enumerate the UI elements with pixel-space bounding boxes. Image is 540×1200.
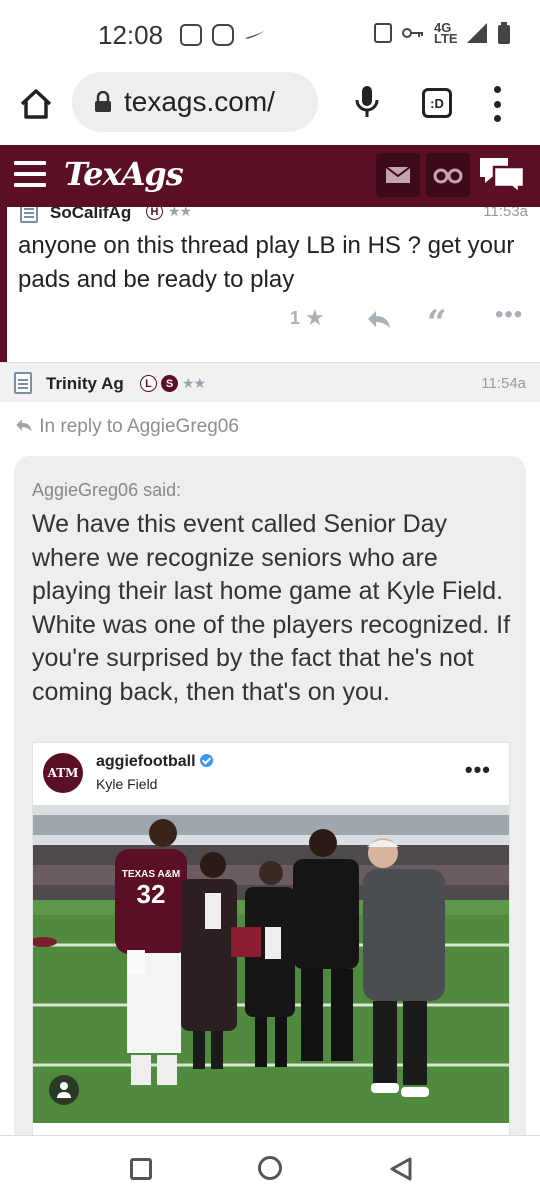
user-badge: L	[140, 375, 157, 392]
url-text: texags.com/	[124, 86, 275, 117]
tagged-users-icon[interactable]	[49, 1075, 79, 1105]
lock-icon	[95, 91, 111, 112]
post-header: Trinity Ag L S ★★ 11:54a	[0, 362, 540, 402]
post-author[interactable]: Trinity Ag	[46, 374, 124, 394]
recents-icon[interactable]	[130, 1158, 152, 1180]
key-icon	[402, 28, 423, 38]
back-icon[interactable]	[388, 1156, 414, 1182]
nike-icon	[245, 31, 265, 39]
more-horiz-icon[interactable]: •••	[465, 757, 491, 783]
system-icons: 4G LTE	[374, 20, 510, 46]
system-nav-bar	[0, 1135, 540, 1200]
svg-text:32: 32	[137, 879, 166, 909]
mail-icon	[385, 166, 411, 183]
binoculars-icon	[433, 168, 463, 184]
quote-author[interactable]: AggieGreg06 said:	[32, 480, 181, 501]
ig-location[interactable]: Kyle Field	[96, 776, 157, 792]
post-body: anyone on this thread play LB in HS ? ge…	[18, 232, 515, 293]
tab-switcher-button[interactable]: :D	[422, 88, 452, 118]
ig-username-text: aggiefootball	[96, 753, 196, 770]
signal-icon	[467, 23, 487, 43]
mic-icon[interactable]	[354, 84, 380, 120]
status-time: 12:08	[98, 20, 164, 50]
user-stars: ★★	[182, 375, 206, 391]
thread-content: SoCalifAg H ★★ 11:53a anyone on this thr…	[0, 207, 540, 1135]
post: SoCalifAg H ★★ 11:53a anyone on this thr…	[0, 207, 540, 362]
reply-icon[interactable]	[366, 309, 392, 329]
quote-icon[interactable]: “	[427, 303, 447, 343]
user-stars: ★★	[168, 207, 192, 219]
post-time: 11:54a	[481, 375, 526, 392]
battery-icon	[498, 22, 510, 44]
nfc-icon	[374, 23, 392, 43]
notification-icons	[180, 24, 266, 46]
post-author[interactable]: SoCalifAg	[50, 207, 131, 223]
ig-avatar[interactable]: ATM	[43, 753, 83, 793]
ig-photo[interactable]: TEXAS A&M 32	[33, 805, 509, 1123]
site-header: TexAgs	[0, 145, 540, 207]
post-header: SoCalifAg H ★★ 11:53a	[7, 207, 540, 229]
quote-text: We have this event called Senior Day whe…	[32, 510, 511, 706]
hamburger-icon[interactable]	[14, 161, 46, 187]
in-reply-to-link[interactable]: In reply to AggieGreg06	[14, 416, 239, 438]
instagram-embed[interactable]: ATM aggiefootball Kyle Field ••• TEXAS A…	[32, 742, 510, 1135]
like-count: 1	[290, 308, 301, 328]
home-icon[interactable]	[18, 86, 54, 122]
post-icon	[14, 372, 32, 394]
stadium-photo: TEXAS A&M 32	[33, 805, 509, 1123]
more-horiz-icon[interactable]: •••	[495, 301, 523, 329]
chat-icon[interactable]	[478, 155, 526, 195]
binoculars-button[interactable]	[426, 153, 470, 197]
site-logo[interactable]: TexAgs	[64, 155, 184, 193]
star-icon[interactable]: ★	[305, 305, 325, 331]
mail-button[interactable]	[376, 153, 420, 197]
network-type: 4G LTE	[434, 20, 458, 46]
instagram-icon	[212, 24, 234, 46]
radio-icon	[180, 24, 202, 46]
url-bar[interactable]: texags.com/	[72, 72, 318, 132]
status-bar: 12:08 4G LTE	[0, 0, 540, 70]
more-vert-icon[interactable]	[490, 86, 504, 122]
verified-icon	[199, 754, 213, 767]
reply-to-text: In reply to AggieGreg06	[39, 416, 239, 437]
browser-toolbar: texags.com/ :D	[0, 70, 540, 145]
reply-icon	[16, 419, 32, 432]
ig-username[interactable]: aggiefootball	[96, 753, 213, 771]
post-actions: 1 ★ “ •••	[7, 301, 540, 343]
user-badge: S	[161, 375, 178, 392]
user-badge: H	[146, 207, 163, 220]
home-nav-icon[interactable]	[258, 1156, 282, 1180]
post-time: 11:53a	[483, 207, 528, 220]
post: In reply to AggieGreg06 AggieGreg06 said…	[0, 402, 540, 1135]
quote-block: AggieGreg06 said: We have this event cal…	[14, 456, 526, 1135]
post-icon	[20, 207, 38, 223]
